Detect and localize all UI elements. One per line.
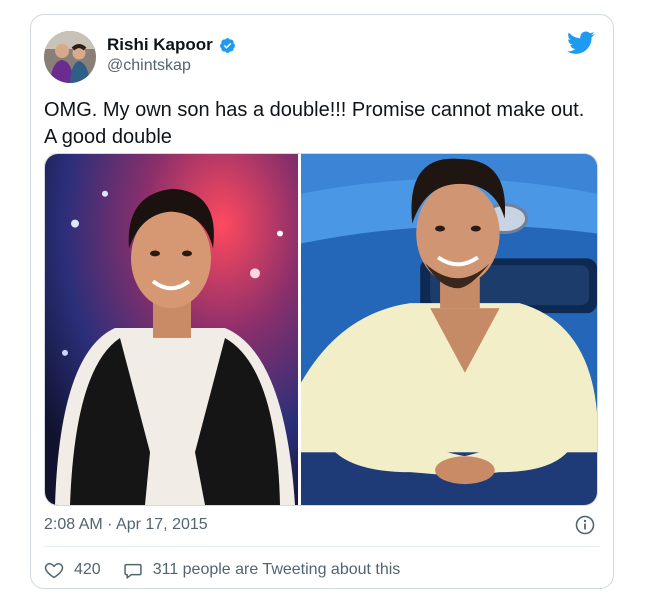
info-icon[interactable] (575, 515, 595, 535)
divider (44, 546, 600, 547)
like-count: 420 (74, 561, 101, 578)
media-photo-right[interactable] (301, 154, 597, 505)
like-button[interactable]: 420 (44, 560, 101, 580)
author-handle[interactable]: @chintskap (107, 57, 191, 75)
tweeting-about-text: 311 people are Tweeting about this (152, 561, 401, 578)
tweet-actions: 420 311 people are Tweeting about this (44, 560, 400, 580)
speech-bubble-icon (124, 563, 142, 579)
heart-icon (44, 563, 64, 579)
author-name[interactable]: Rishi Kapoor (107, 35, 213, 55)
tweet-text-line-2: A good double (44, 126, 172, 148)
tweet-timestamp[interactable]: 2:08 AM · Apr 17, 2015 (44, 516, 208, 534)
author-avatar[interactable] (44, 31, 96, 83)
tweeting-about-link[interactable]: 311 people are Tweeting about this (123, 560, 401, 580)
twitter-bird-icon[interactable] (567, 31, 595, 55)
tweet-card[interactable]: Rishi Kapoor @chintskap OMG. My own son … (30, 14, 614, 589)
media-photo-left[interactable] (45, 154, 301, 505)
tweet-media[interactable] (44, 153, 598, 506)
tweet-text: OMG. My own son has a double!!! Promise … (44, 97, 604, 151)
verified-badge-icon (219, 37, 235, 53)
tweet-text-line-1: OMG. My own son has a double!!! Promise … (44, 99, 585, 121)
